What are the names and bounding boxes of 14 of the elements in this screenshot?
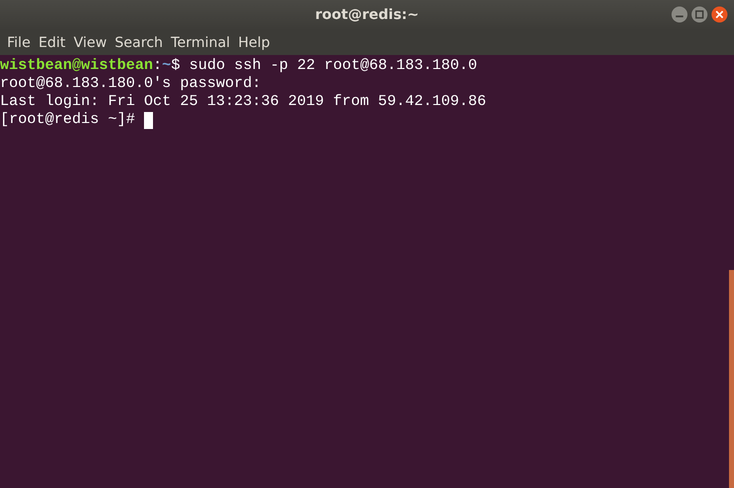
scrollbar[interactable] (729, 270, 734, 488)
menu-item[interactable]: Search (110, 34, 167, 50)
terminal-line: wistbean@wistbean:~$ sudo ssh -p 22 root@68.183.180.0 (0, 57, 478, 75)
minimize-button[interactable] (671, 6, 688, 23)
menu-item[interactable]: File (3, 34, 34, 50)
terminal-line: Last login: Fri Oct 25 13:23:36 2019 from 59.42.109.86 (0, 93, 486, 111)
menu-item[interactable]: Terminal (166, 34, 234, 50)
window-title: root@redis:~ (315, 7, 419, 23)
menu-item[interactable]: Edit (34, 34, 70, 50)
close-button[interactable] (711, 6, 728, 23)
menu-item[interactable]: View (70, 34, 111, 50)
terminal-line: [root@redis ~]# (0, 111, 136, 129)
menu-item[interactable]: Help (234, 34, 274, 50)
terminal-line: root@68.183.180.0's password: (0, 75, 262, 93)
